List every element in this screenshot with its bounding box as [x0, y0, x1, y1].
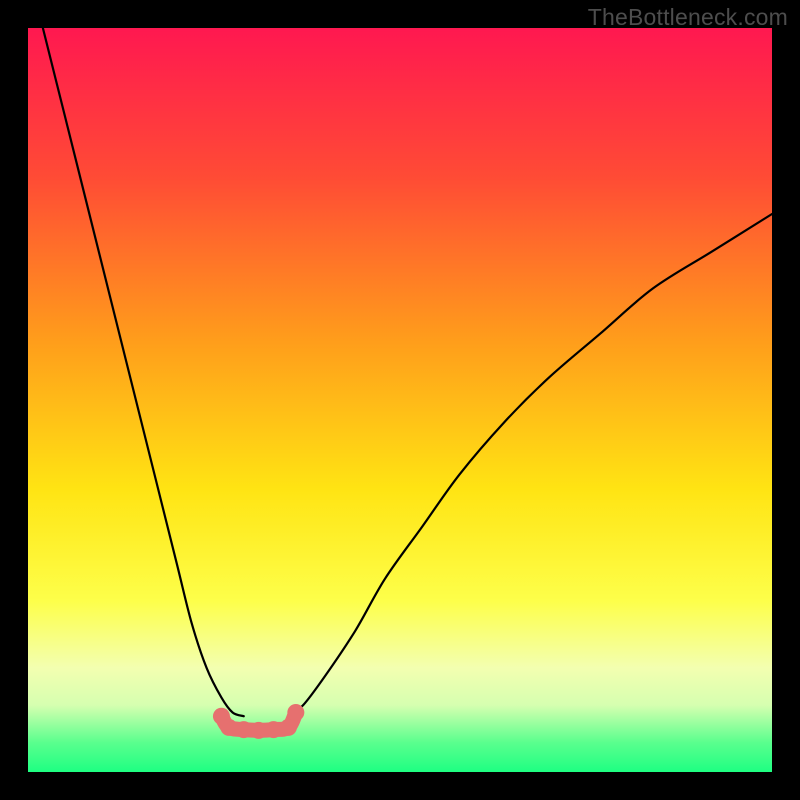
plot-area	[28, 28, 772, 772]
chart-frame: TheBottleneck.com	[0, 0, 800, 800]
attribution-text: TheBottleneck.com	[588, 4, 788, 31]
background-gradient	[28, 28, 772, 772]
